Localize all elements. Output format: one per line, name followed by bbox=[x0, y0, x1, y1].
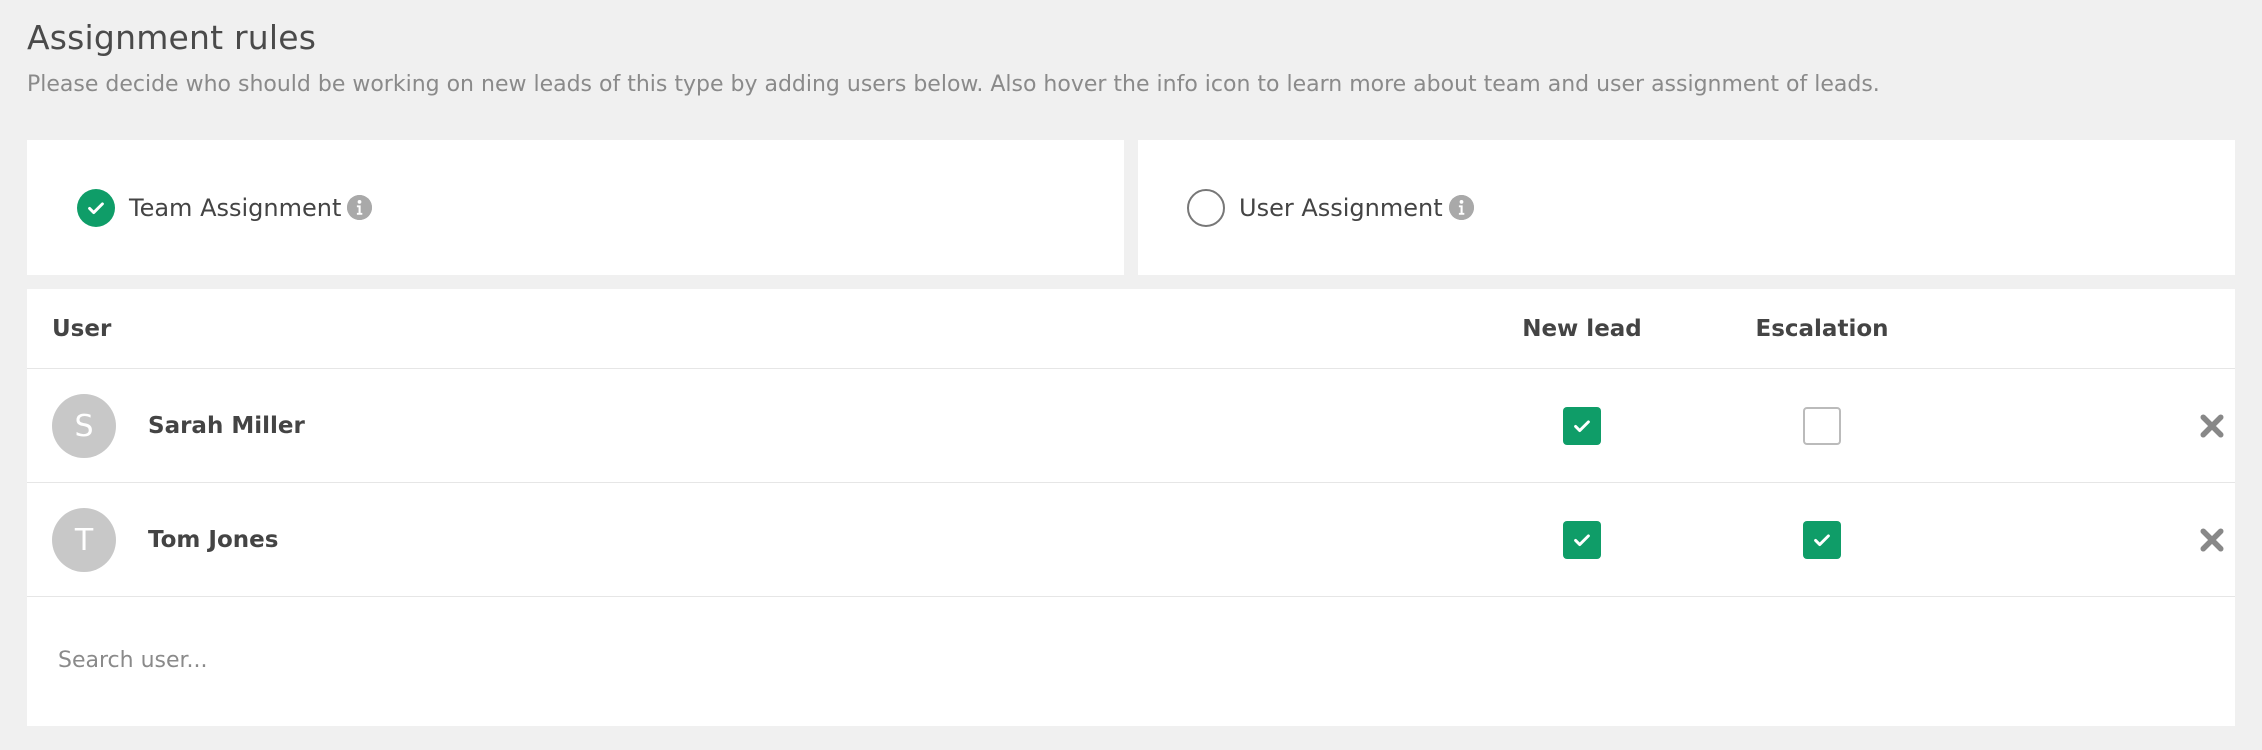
table-row: T Tom Jones bbox=[27, 483, 2235, 597]
user-search bbox=[27, 597, 2235, 724]
team-assignment-card[interactable]: Team Assignment bbox=[27, 140, 1124, 275]
new-lead-checkbox[interactable] bbox=[1563, 407, 1601, 445]
check-icon bbox=[88, 201, 104, 214]
search-user-input[interactable] bbox=[58, 635, 1258, 685]
check-icon bbox=[1814, 534, 1830, 547]
table-row: S Sarah Miller bbox=[27, 369, 2235, 483]
assignment-rules-page: Assignment rules Please decide who shoul… bbox=[0, 0, 2262, 750]
info-icon[interactable] bbox=[1448, 195, 1474, 220]
info-icon[interactable] bbox=[347, 195, 373, 220]
team-assignment-radio[interactable] bbox=[77, 188, 115, 227]
escalation-checkbox[interactable] bbox=[1803, 521, 1841, 559]
page-title: Assignment rules bbox=[27, 18, 317, 57]
column-header-user: User bbox=[52, 316, 112, 342]
user-name: Tom Jones bbox=[148, 527, 279, 553]
close-icon bbox=[2200, 528, 2224, 552]
check-icon bbox=[1574, 420, 1590, 433]
check-icon bbox=[1574, 534, 1590, 547]
avatar: T bbox=[52, 508, 116, 572]
team-assignment-label: Team Assignment bbox=[129, 193, 342, 222]
escalation-checkbox[interactable] bbox=[1803, 407, 1841, 445]
remove-user-button[interactable] bbox=[2195, 409, 2229, 443]
column-header-new-lead: New lead bbox=[1522, 316, 1642, 342]
new-lead-checkbox[interactable] bbox=[1563, 521, 1601, 559]
page-description: Please decide who should be working on n… bbox=[27, 72, 1880, 97]
column-header-escalation: Escalation bbox=[1755, 316, 1889, 342]
table-header: User New lead Escalation bbox=[27, 289, 2235, 369]
close-icon bbox=[2200, 414, 2224, 438]
user-assignment-label: User Assignment bbox=[1239, 193, 1443, 222]
users-table: User New lead Escalation S Sarah Miller … bbox=[27, 289, 2235, 726]
remove-user-button[interactable] bbox=[2195, 523, 2229, 557]
user-name: Sarah Miller bbox=[148, 413, 305, 439]
avatar: S bbox=[52, 394, 116, 458]
user-assignment-radio[interactable] bbox=[1187, 188, 1225, 227]
user-assignment-card[interactable]: User Assignment bbox=[1138, 140, 2235, 275]
